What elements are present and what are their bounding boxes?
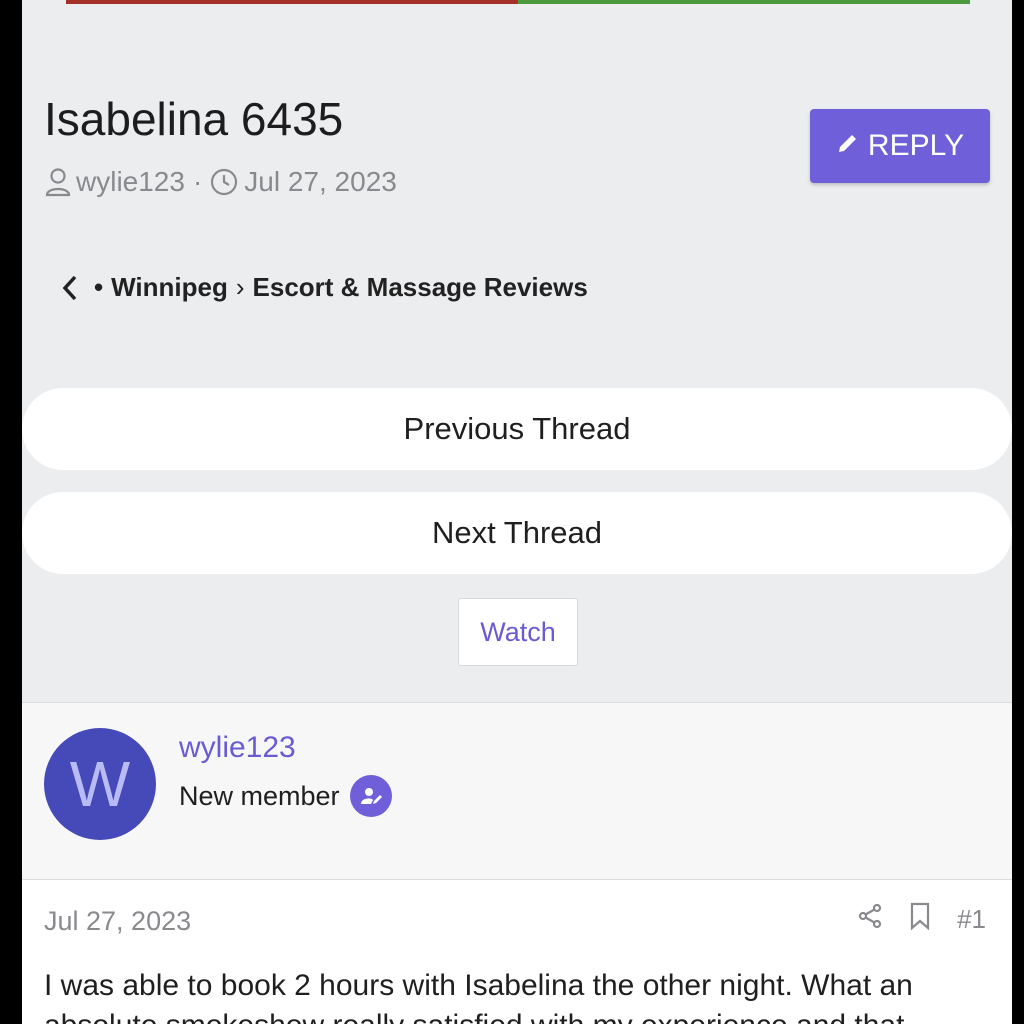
thread-date[interactable]: Jul 27, 2023 — [244, 166, 397, 198]
watch-button[interactable]: Watch — [458, 598, 578, 666]
user-icon — [44, 167, 72, 197]
thread-page: Isabelina 6435 wylie123 · Jul 27, 2023 R… — [22, 0, 1012, 1024]
rating-bar-positive — [518, 0, 970, 4]
thread-title: Isabelina 6435 — [44, 93, 344, 145]
breadcrumb-dot: • — [94, 272, 104, 302]
breadcrumb: • Winnipeg › Escort & Massage Reviews — [60, 272, 588, 303]
previous-thread-button[interactable]: Previous Thread — [22, 388, 1012, 470]
rating-bar — [66, 0, 970, 4]
member-username[interactable]: wylie123 — [179, 731, 296, 765]
share-icon[interactable] — [857, 903, 883, 936]
member-card: W wylie123 New member — [22, 702, 1012, 880]
pencil-icon — [836, 129, 860, 163]
member-role: New member — [179, 775, 392, 817]
reply-button[interactable]: REPLY — [810, 109, 990, 183]
bookmark-icon[interactable] — [909, 902, 931, 937]
post-actions: #1 — [857, 902, 986, 937]
breadcrumb-chevron: › — [235, 272, 245, 302]
avatar[interactable]: W — [44, 728, 156, 840]
breadcrumb-parent[interactable]: Winnipeg — [111, 272, 228, 303]
breadcrumb-current[interactable]: Escort & Massage Reviews — [253, 272, 588, 303]
member-badge-icon[interactable] — [349, 775, 392, 817]
thread-meta: wylie123 · Jul 27, 2023 — [44, 166, 397, 198]
rating-bar-negative — [66, 0, 518, 4]
post-date[interactable]: Jul 27, 2023 — [44, 906, 191, 937]
post-body: I was able to book 2 hours with Isabelin… — [44, 969, 913, 1024]
post: Jul 27, 2023 #1 I was able to book 2 hou… — [22, 880, 1012, 1024]
post-number[interactable]: #1 — [957, 904, 986, 935]
meta-separator: · — [192, 166, 203, 197]
next-thread-button[interactable]: Next Thread — [22, 492, 1012, 574]
thread-author[interactable]: wylie123 — [76, 166, 185, 198]
chevron-left-icon[interactable] — [60, 274, 80, 302]
clock-icon — [210, 168, 238, 196]
member-role-label: New member — [179, 780, 340, 811]
reply-label: REPLY — [867, 129, 965, 162]
